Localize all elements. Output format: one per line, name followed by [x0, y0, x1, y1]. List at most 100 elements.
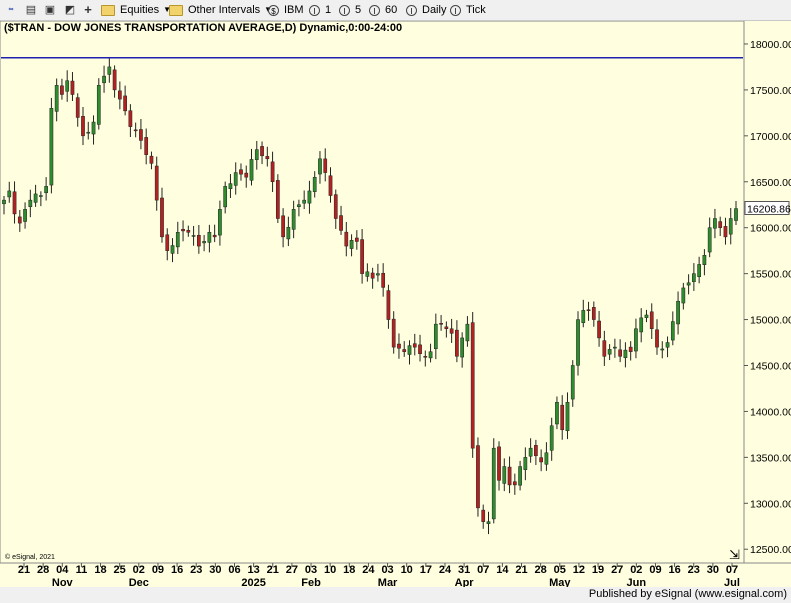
candle-up	[107, 66, 112, 75]
candle-down	[354, 237, 359, 242]
candle-down	[655, 329, 659, 348]
interval-icon: I	[406, 4, 417, 16]
equities-label: Equities	[120, 4, 160, 16]
link-icon[interactable]: ∞	[4, 3, 18, 17]
price-chart[interactable]: ($TRAN - DOW JONES TRANSPORTATION AVERAG…	[0, 21, 791, 587]
save-icon[interactable]: ◩	[63, 3, 77, 17]
candle-up	[365, 271, 370, 277]
x-day-label: 19	[592, 564, 604, 576]
y-tick-label: 13500.00	[750, 452, 791, 464]
candle-down	[397, 343, 401, 349]
candle-down	[539, 457, 544, 463]
x-day-label: 17	[420, 564, 432, 576]
candle-up	[218, 209, 222, 236]
candle-up	[502, 466, 507, 484]
candle-up	[318, 158, 322, 175]
candle-up	[486, 521, 491, 524]
candle-down	[181, 228, 185, 232]
scroll-end-icon[interactable]: ⇲	[729, 547, 740, 562]
interval-60-button[interactable]: I 60	[369, 2, 397, 18]
interval-5-button[interactable]: I 5	[339, 2, 361, 18]
candle-up	[2, 199, 6, 205]
candle-up	[407, 345, 412, 355]
candle-up	[713, 218, 717, 229]
x-day-label: 28	[37, 564, 49, 576]
equities-menu[interactable]: Equities ▼	[101, 2, 171, 18]
candle-up	[670, 321, 675, 341]
candle-down	[212, 234, 217, 238]
y-tick-label: 15500.00	[750, 269, 791, 281]
symbol-button[interactable]: $ IBM	[268, 2, 304, 18]
x-day-label: 25	[114, 564, 126, 576]
candle-down	[112, 69, 117, 91]
candle-up	[202, 241, 206, 244]
page-icon[interactable]: ▣	[43, 3, 57, 17]
x-day-label: 31	[458, 564, 470, 576]
x-month-label: Dec	[129, 577, 149, 587]
y-tick-label: 17500.00	[750, 85, 791, 97]
candle-down	[123, 95, 127, 112]
x-month-label: Feb	[301, 577, 321, 587]
daily-button[interactable]: I Daily	[406, 2, 446, 18]
x-day-label: 07	[477, 564, 489, 576]
candle-down	[275, 180, 280, 219]
candle-down	[418, 344, 422, 354]
candle-down	[154, 165, 159, 201]
x-day-label: 23	[688, 564, 700, 576]
candle-up	[549, 425, 554, 451]
candle-up	[613, 346, 617, 349]
candle-up	[175, 232, 180, 248]
candle-up	[644, 314, 649, 318]
interval-1-button[interactable]: I 1	[309, 2, 331, 18]
candle-up	[170, 245, 175, 254]
candle-down	[439, 323, 443, 325]
candle-down	[449, 328, 454, 334]
candle-down	[381, 272, 386, 288]
candle-up	[191, 235, 196, 237]
candle-up	[233, 172, 238, 186]
candle-down	[70, 80, 75, 95]
candle-down	[139, 129, 143, 141]
y-tick-label: 15000.00	[750, 315, 791, 327]
candle-down	[455, 329, 459, 357]
candle-down	[281, 215, 285, 238]
candle-up	[676, 300, 680, 325]
candle-up	[349, 240, 354, 249]
candle-up	[702, 255, 707, 265]
candle-up	[307, 190, 312, 204]
candle-down	[17, 216, 22, 224]
x-day-label: 27	[611, 564, 623, 576]
interval-5-label: 5	[355, 4, 362, 16]
x-day-label: 02	[630, 564, 642, 576]
tick-button[interactable]: I Tick	[450, 2, 486, 18]
x-day-label: 10	[401, 564, 413, 576]
add-icon[interactable]: +	[81, 3, 95, 17]
x-month-label: Apr	[455, 577, 475, 587]
candle-up	[465, 323, 470, 342]
candle-down	[444, 326, 449, 329]
candle-down	[560, 404, 565, 431]
candle-down	[344, 231, 349, 247]
candle-down	[649, 311, 654, 329]
candle-down	[196, 234, 201, 247]
x-day-label: 06	[228, 564, 240, 576]
other-intervals-menu[interactable]: Other Intervals ▼	[169, 2, 272, 18]
y-tick-label: 16500.00	[750, 177, 791, 189]
candle-down	[470, 322, 475, 449]
candle-down	[597, 320, 601, 339]
candle-down	[12, 191, 17, 215]
candle-down	[270, 161, 275, 183]
candle-down	[723, 226, 728, 238]
other-intervals-label: Other Intervals	[188, 4, 261, 16]
x-day-label: 14	[496, 564, 509, 576]
candle-up	[576, 319, 580, 366]
chart-window-icon[interactable]: ▤	[24, 3, 38, 17]
x-day-label: 09	[152, 564, 164, 576]
candle-up	[297, 204, 301, 207]
candle-up	[91, 121, 96, 135]
candle-down	[360, 239, 364, 274]
x-day-label: 03	[381, 564, 393, 576]
x-day-label: 11	[76, 564, 88, 576]
candle-up	[65, 80, 70, 92]
x-day-label: 18	[343, 564, 355, 576]
